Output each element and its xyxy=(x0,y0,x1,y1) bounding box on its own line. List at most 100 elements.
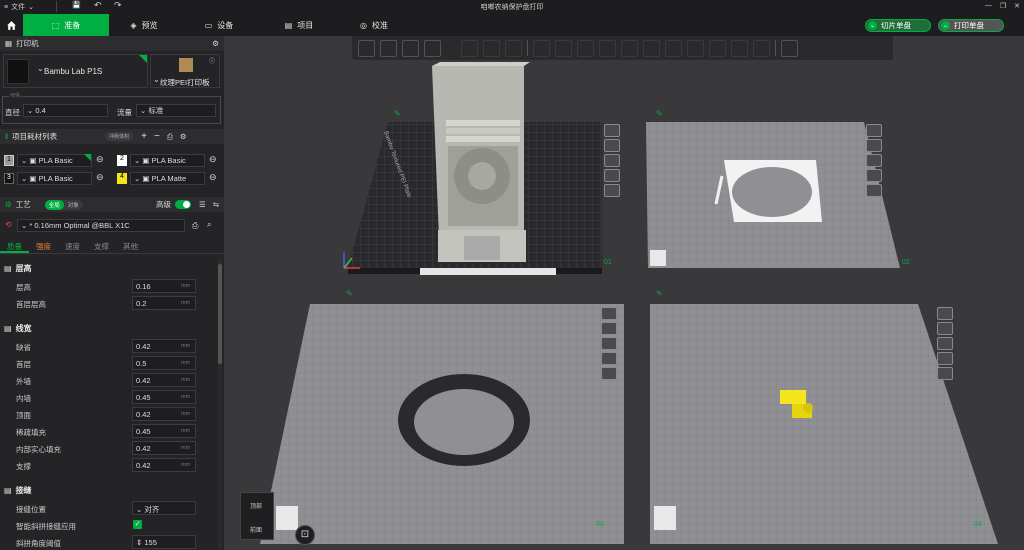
undo-icon[interactable]: ↶ xyxy=(94,0,102,11)
view-cube-top-face[interactable]: 顶部 xyxy=(250,501,262,510)
save-icon[interactable]: 💾 xyxy=(72,1,81,9)
arrange-plate-icon[interactable] xyxy=(604,154,620,167)
arrange-plate-icon[interactable] xyxy=(937,337,953,350)
filament-select[interactable]: ⌄ ▣ PLA Matte xyxy=(130,172,205,185)
delete-plate-icon[interactable] xyxy=(604,124,620,137)
delete-plate-icon[interactable] xyxy=(937,307,953,320)
3d-viewport[interactable]: Bambu Textured PEI Plate 01 02 03 04 ✎ ✎… xyxy=(224,36,1024,550)
plate-settings-icon[interactable] xyxy=(601,367,617,380)
orient-plate-icon[interactable] xyxy=(601,322,617,335)
nozzle-diameter-select[interactable]: ⌄ 0.4 xyxy=(23,104,108,117)
view-cube-front-face[interactable]: 前面 xyxy=(250,525,262,534)
slice-plate-button[interactable]: ⌄ 切片单盘 xyxy=(865,19,931,32)
scrollbar-thumb[interactable] xyxy=(218,264,222,364)
line-width-row: 稀疏填充 0.45 mm xyxy=(0,423,218,439)
smart-scarf-label: 智能斜拼接缝应用 xyxy=(16,522,76,531)
home-button[interactable] xyxy=(0,14,23,36)
edit-plate-icon[interactable]: ✎ xyxy=(656,109,663,118)
plate-thumbnail-icon xyxy=(276,506,298,530)
seam-position-select[interactable]: ⌄ 对齐 xyxy=(132,501,196,515)
search-icon[interactable]: ⌕ xyxy=(207,220,211,230)
filament-select[interactable]: ⌄ ▣ PLA Basic xyxy=(130,154,205,167)
delete-plate-icon[interactable] xyxy=(601,307,617,320)
printer-selector[interactable]: ⌄ Bambu Lab P1S xyxy=(3,54,148,88)
remove-icon[interactable]: − xyxy=(154,131,160,142)
tab-speed[interactable]: 速度 xyxy=(58,239,87,253)
orient-plate-icon[interactable] xyxy=(604,139,620,152)
unit-label: mm xyxy=(181,377,191,383)
filament-item[interactable]: 4 ⌄ ▣ PLA Matte ⊖ xyxy=(117,172,219,186)
diameter-label: 直径 xyxy=(5,108,20,117)
filament-settings-icon[interactable]: ⊖ xyxy=(209,154,217,165)
scope-toggle[interactable]: 全局 对象 xyxy=(44,199,83,210)
tower-model[interactable] xyxy=(432,62,530,262)
arrange-plate-icon[interactable] xyxy=(866,154,882,167)
plate-1-actions xyxy=(604,124,620,197)
scarf-angle-spinner[interactable]: ⇕ 155 xyxy=(132,535,196,549)
tab-device[interactable]: ▭ 设备 xyxy=(179,14,259,36)
edit-plate-icon[interactable]: ✎ xyxy=(656,289,663,298)
filament-item[interactable]: 3 ⌄ ▣ PLA Basic ⊖ xyxy=(4,172,106,186)
line-width-title: 线宽 xyxy=(15,324,32,333)
filament-select[interactable]: ⌄ ▣ PLA Basic xyxy=(17,154,92,167)
file-menu[interactable]: ≡ 文件 ⌄ xyxy=(4,2,34,12)
tab-support[interactable]: 支撑 xyxy=(87,239,116,253)
view-cube[interactable]: 顶部 前面 xyxy=(240,492,274,540)
plate-settings-icon[interactable] xyxy=(604,184,620,197)
nozzle-flow-select[interactable]: ⌄ 标准 xyxy=(136,104,216,117)
plate-settings-icon[interactable] xyxy=(866,184,882,197)
filament-settings-icon[interactable]: ⊖ xyxy=(209,172,217,183)
filament-settings-icon[interactable]: ⊖ xyxy=(96,172,104,183)
lock-plate-icon[interactable] xyxy=(601,352,617,365)
restore-icon[interactable]: ❐ xyxy=(1000,2,1006,10)
tab-others[interactable]: 其他 xyxy=(116,239,145,253)
scope-object-option[interactable]: 对象 xyxy=(64,200,83,210)
edit-plate-icon[interactable]: ✎ xyxy=(394,109,401,118)
edit-plate-icon[interactable]: ✎ xyxy=(346,289,353,298)
arrange-plate-icon[interactable] xyxy=(601,337,617,350)
black-ring-model[interactable] xyxy=(398,374,530,466)
lock-plate-icon[interactable] xyxy=(937,352,953,365)
tab-prepare[interactable]: ⬚ 准备 xyxy=(23,14,109,36)
flush-volume-button[interactable]: 冲刷体积 xyxy=(105,132,134,141)
close-icon[interactable]: ✕ xyxy=(1014,2,1020,10)
print-plate-button[interactable]: ⌄ 打印单盘 xyxy=(938,19,1004,32)
minimize-icon[interactable]: — xyxy=(985,2,992,10)
save-preset-icon[interactable]: ⎙ xyxy=(192,221,198,231)
reset-icon[interactable]: ⟲ xyxy=(5,220,12,229)
tab-calibrate[interactable]: ◎ 校准 xyxy=(339,14,409,36)
filament-select[interactable]: ⌄ ▣ PLA Basic xyxy=(17,172,92,185)
bed-type-selector[interactable]: ⓘ ⌄ 纹理PEI打印板 xyxy=(150,54,220,88)
delete-plate-icon[interactable] xyxy=(866,124,882,137)
advanced-toggle[interactable] xyxy=(174,200,191,209)
process-preset-select[interactable]: ⌄ * 0.16mm Optimal @BBL X1C xyxy=(17,219,185,232)
tab-quality[interactable]: 质量 xyxy=(0,239,29,253)
filament-item[interactable]: 1 ⌄ ▣ PLA Basic ⊖ xyxy=(4,154,106,168)
tab-preview[interactable]: ◈ 预览 xyxy=(109,14,179,36)
filament-item[interactable]: 2 ⌄ ▣ PLA Basic ⊖ xyxy=(117,154,219,168)
add-icon[interactable]: + xyxy=(141,131,147,142)
list-icon[interactable]: ☰ xyxy=(199,200,206,209)
redo-icon[interactable]: ↷ xyxy=(114,0,122,11)
filament-settings-icon[interactable]: ⊖ xyxy=(96,154,104,165)
gear-icon[interactable]: ⚙ xyxy=(180,132,187,141)
line-width-row: 内部实心填充 0.42 mm xyxy=(0,440,218,456)
focus-view-button[interactable]: ⊡ xyxy=(295,525,315,545)
smart-scarf-checkbox[interactable]: ✓ xyxy=(133,520,142,529)
chevron-down-icon: ⌄ xyxy=(28,4,34,11)
window-title: 咱啷农纳保护盘打印 xyxy=(480,4,544,11)
orient-plate-icon[interactable] xyxy=(866,139,882,152)
info-icon[interactable]: ⓘ xyxy=(209,56,215,65)
sync-icon[interactable]: ⎙ xyxy=(167,132,173,142)
seam-icon: ▤ xyxy=(4,486,12,495)
lock-plate-icon[interactable] xyxy=(604,169,620,182)
scope-global-option[interactable]: 全局 xyxy=(44,199,64,210)
print-plate-label: 打印单盘 xyxy=(954,21,984,30)
gear-icon[interactable]: ⚙ xyxy=(212,39,219,48)
lock-plate-icon[interactable] xyxy=(866,169,882,182)
plate-settings-icon[interactable] xyxy=(937,367,953,380)
tab-project[interactable]: ▤ 项目 xyxy=(259,14,339,36)
compare-icon[interactable]: ⇋ xyxy=(213,200,219,209)
orient-plate-icon[interactable] xyxy=(937,322,953,335)
tab-strength[interactable]: 强度 xyxy=(29,239,58,253)
